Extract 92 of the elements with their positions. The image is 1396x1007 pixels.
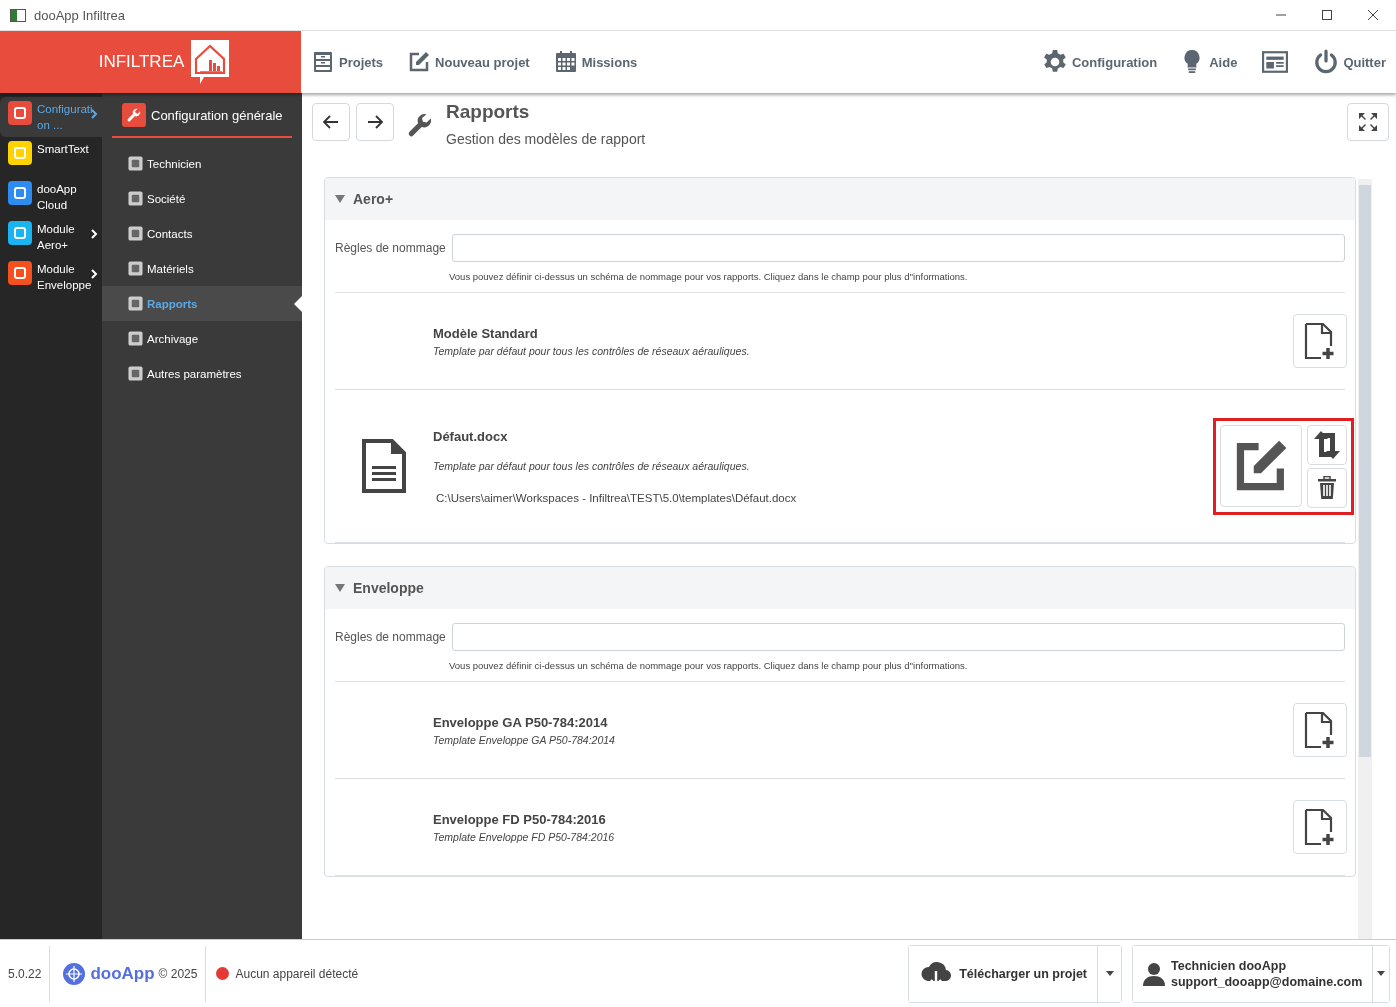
hint-text: Vous pouvez définir ci-dessus un schéma de nommage pour vos rapports. Cliquez dans le champ pour plus d''informations. (335, 262, 1345, 293)
template-description: Template par défaut pour tous les contrôles de réseaux aérauliques. (433, 459, 751, 472)
nav-link[interactable]: Missions (553, 50, 638, 74)
house-logo-icon (190, 39, 231, 85)
caret-icon (1377, 971, 1386, 976)
field-label: Règles de nommage (335, 630, 446, 644)
rail-item[interactable]: dooApp Cloud (0, 177, 102, 217)
close-icon[interactable] (1367, 9, 1379, 21)
naming-input[interactable] (451, 623, 1345, 651)
version-text: 5.0.22 (7, 966, 43, 981)
brand-name: dooApp (90, 963, 155, 984)
power-icon (1313, 49, 1340, 75)
delete-button[interactable] (1307, 467, 1347, 508)
back-button[interactable] (312, 103, 350, 141)
submenu-item[interactable]: Archivage (102, 321, 302, 356)
item-icon (128, 156, 143, 171)
trash-icon (1317, 475, 1337, 500)
page-title: Rapports (446, 101, 531, 123)
nav-link[interactable]: Projets (311, 50, 384, 74)
nav-link[interactable]: Quitter (1313, 49, 1386, 75)
hint-text: Vous pouvez définir ci-dessus un schéma de nommage pour vos rapports. Cliquez dans le champ pour plus d''informations. (335, 651, 1345, 682)
submenu-item[interactable]: Contacts (102, 216, 302, 251)
collapse-triangle-icon (335, 194, 345, 204)
arrow-left-icon (323, 115, 339, 129)
edit-button[interactable] (1220, 424, 1302, 507)
chevron-right-icon (91, 109, 98, 119)
app-icon (10, 8, 26, 22)
nav-link[interactable]: Aide (1179, 49, 1238, 75)
pointer-icon (294, 296, 302, 312)
user-icon (1143, 961, 1165, 986)
rail-item[interactable]: SmartText (0, 137, 102, 177)
brand-logo-icon (62, 961, 87, 986)
item-icon (128, 226, 143, 241)
edit-icon (407, 50, 432, 74)
naming-input[interactable] (451, 234, 1345, 262)
submenu-item[interactable]: Société (102, 181, 302, 216)
nav-link[interactable]: Nouveau projet (407, 50, 530, 74)
submenu-item[interactable]: Autres paramètres (102, 356, 302, 391)
collapse-triangle-icon (335, 583, 345, 593)
submenu-item[interactable]: Technicien (102, 146, 302, 181)
file-path: C:\Users\aimer\Workspaces - Infiltrea\TEST\5.0\templates\Défaut.docx (435, 491, 798, 504)
scrollbar[interactable] (1358, 179, 1372, 939)
submenu-item[interactable]: Matériels (102, 251, 302, 286)
template-name: Modèle Standard (433, 325, 539, 341)
scrollbar-thumb[interactable] (1359, 185, 1371, 757)
wrench-icon (406, 111, 434, 139)
document-icon (361, 438, 407, 494)
item-icon (128, 261, 143, 276)
section-header[interactable]: Aero+ (325, 178, 1355, 220)
template-name: Enveloppe FD P50-784:2016 (433, 811, 607, 827)
new-file-button[interactable] (1293, 314, 1347, 368)
file-plus-icon (1304, 711, 1336, 749)
submenu-title: Configuration générale (151, 107, 283, 123)
swap-button[interactable] (1307, 424, 1347, 465)
caret-icon (1105, 971, 1114, 976)
template-description: Template par défaut pour tous les contrôles de réseaux aérauliques. (433, 344, 751, 357)
dropdown-button[interactable] (1372, 945, 1389, 1002)
field-label: Règles de nommage (335, 241, 446, 255)
arrow-right-icon (367, 115, 383, 129)
maximize-icon[interactable] (1321, 9, 1333, 21)
wrench-icon (122, 103, 146, 127)
rail-item[interactable]: Module Enveloppe (0, 257, 102, 297)
section-header[interactable]: Enveloppe (325, 567, 1355, 609)
forward-button[interactable] (356, 103, 394, 141)
page-subtitle: Gestion des modèles de rapport (446, 131, 646, 147)
rail-item[interactable]: Module Aero+ (0, 217, 102, 257)
file-plus-icon (1304, 808, 1336, 846)
settings-icon (1042, 49, 1068, 75)
window-title: dooApp Infiltrea (34, 7, 126, 23)
nav-link[interactable]: Configuration (1042, 49, 1158, 75)
template-description: Template Enveloppe GA P50-784:2014 (433, 733, 616, 746)
template-name: Enveloppe GA P50-784:2014 (433, 714, 609, 730)
status-text: Aucun appareil détecté (235, 966, 359, 981)
template-name: Défaut.docx (433, 428, 509, 444)
new-file-button[interactable] (1293, 703, 1347, 757)
template-description: Template Enveloppe FD P50-784:2016 (433, 830, 616, 843)
new-file-button[interactable] (1293, 800, 1347, 854)
logo-text: INFILTREA (98, 52, 185, 72)
item-icon (128, 296, 143, 311)
rail-item[interactable]: Configuration ... (0, 97, 102, 137)
cabinet-icon (311, 50, 335, 74)
item-icon (128, 331, 143, 346)
item-icon (128, 191, 143, 206)
swap-arrows-icon (1314, 430, 1340, 459)
file-plus-icon (1304, 322, 1336, 360)
chevron-right-icon (91, 229, 98, 239)
fullscreen-icon (1358, 112, 1378, 132)
calendar-icon (553, 50, 578, 74)
item-icon (128, 366, 143, 381)
fullscreen-button[interactable] (1347, 103, 1389, 141)
chevron-right-icon (91, 269, 98, 279)
copyright-text: © 2025 (158, 966, 198, 981)
